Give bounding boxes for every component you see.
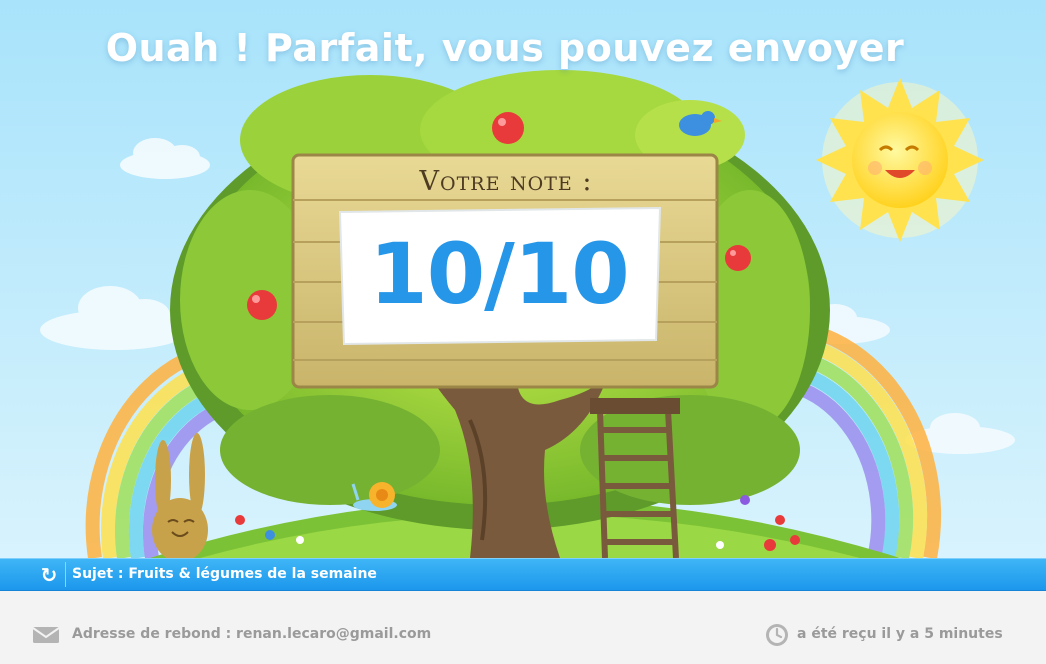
subject-bar: ↻ Sujet : Fruits & légumes de la semaine [0,558,1046,591]
apple [492,112,524,144]
info-bar: Adresse de rebond : renan.lecaro@gmail.c… [0,591,1046,664]
apple [247,290,277,320]
received-time: a été reçu il y a 5 minutes [797,626,1003,642]
app-window: Ouah ! Parfait, vous pouvez envoyer Votr… [0,0,1046,664]
score-illustration: Ouah ! Parfait, vous pouvez envoyer Votr… [0,0,1046,562]
clock-icon [766,624,788,646]
envelope-icon [32,627,60,643]
headline: Ouah ! Parfait, vous pouvez envoyer [105,26,905,70]
bounce-address: Adresse de rebond : renan.lecaro@gmail.c… [72,626,432,642]
subject-line: Sujet : Fruits & légumes de la semaine [72,566,377,582]
platform [590,398,680,414]
divider [65,562,66,587]
score-label: Votre note : [419,166,593,197]
apple [725,245,751,271]
score-value: 10/10 [369,225,629,323]
refresh-icon[interactable]: ↻ [35,563,63,587]
